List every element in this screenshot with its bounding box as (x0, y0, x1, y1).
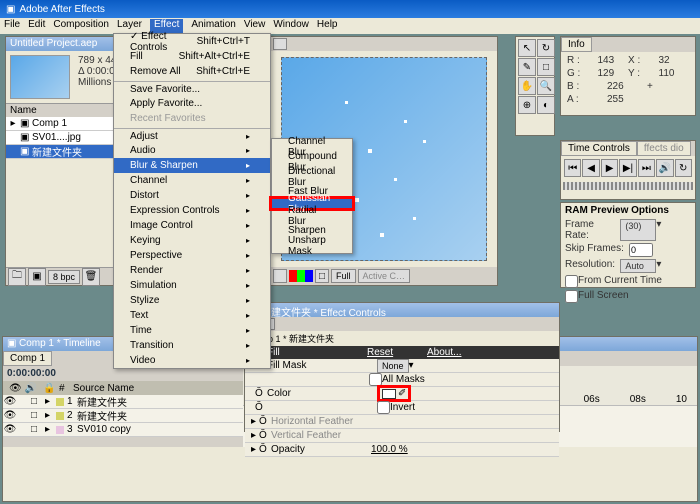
new-comp-icon[interactable]: ▣ (28, 268, 46, 286)
menu-remove-all[interactable]: Remove AllShift+Ctrl+E (114, 64, 270, 79)
ram-preview-panel: RAM Preview Options Frame Rate:(30)▾ Ski… (560, 202, 696, 288)
next-frame-icon[interactable]: ▶| (619, 159, 636, 177)
menu-time[interactable]: Time▸ (114, 323, 270, 338)
layer-row[interactable]: 👁□ ▸ 2 新建文件夹 (3, 409, 243, 423)
menu-expression-controls[interactable]: Expression Controls▸ (114, 203, 270, 218)
time-tick: 06s (584, 394, 600, 405)
pen-tool-icon[interactable]: ✎ (518, 58, 536, 76)
eyedropper-icon[interactable]: ✐ (398, 388, 406, 399)
menu-animation[interactable]: Animation (191, 19, 235, 33)
last-frame-icon[interactable]: ⏭ (638, 159, 655, 177)
color-swatch[interactable] (382, 389, 396, 399)
audio-icon[interactable]: 🔊 (656, 159, 673, 177)
info-tab[interactable]: Info (561, 37, 592, 52)
time-tick: 10 (676, 394, 687, 405)
full-screen-checkbox[interactable] (565, 290, 578, 303)
menu-text[interactable]: Text▸ (114, 308, 270, 323)
effect-controls-panel: ▣ 新建文件夹 * Effect Controls Comp 1 * 新建文件夹… (244, 302, 560, 432)
rect-tool-icon[interactable]: □ (537, 58, 555, 76)
menu-window[interactable]: Window (273, 19, 309, 33)
folder-icon[interactable]: 🗀 (8, 268, 26, 286)
menu-adjust[interactable]: Adjust▸ (114, 128, 270, 143)
layer-row[interactable]: 👁□ ▸ 3 SV010 copy (3, 423, 243, 437)
reset-link[interactable]: Reset (367, 347, 427, 358)
menu-image-control[interactable]: Image Control▸ (114, 218, 270, 233)
menu-composition[interactable]: Composition (53, 19, 109, 33)
viewer-active[interactable]: Active C… (358, 269, 411, 283)
submenu-directional-blur[interactable]: Directional Blur (272, 169, 352, 184)
time-ruler[interactable] (563, 182, 693, 190)
about-link[interactable]: About... (427, 347, 461, 358)
tools-panel: ↖ ↻ ✎ □ ✋ 🔍 ⊕ ◐ (515, 36, 555, 136)
from-current-checkbox[interactable] (565, 275, 578, 288)
info-panel: Info R :143X :32 G :129Y :110 B :226+ A … (560, 36, 696, 116)
hand-tool-icon[interactable]: ✋ (518, 77, 536, 95)
menu-recent-favorites: Recent Favorites (114, 111, 270, 126)
layer-row[interactable]: 👁□ ▸ 1 新建文件夹 (3, 395, 243, 409)
menubar: File Edit Composition Layer Effect Anima… (0, 18, 700, 34)
menu-help[interactable]: Help (317, 19, 338, 33)
effect-menu-dropdown: ✓ Effect ControlsShift+Ctrl+T FillShift+… (113, 33, 271, 369)
menu-distort[interactable]: Distort▸ (114, 188, 270, 203)
play-icon[interactable]: ▶ (601, 159, 618, 177)
trash-icon[interactable]: 🗑 (82, 268, 100, 286)
app-icon: ▣ (6, 4, 15, 15)
menu-apply-favorite[interactable]: Apply Favorite... (114, 96, 270, 111)
prev-frame-icon[interactable]: ◀ (582, 159, 599, 177)
loop-icon[interactable]: ↻ (675, 159, 692, 177)
selection-tool-icon[interactable]: ↖ (518, 39, 536, 57)
submenu-unsharp-mask[interactable]: Unsharp Mask (272, 238, 352, 253)
skip-frames-input[interactable] (629, 243, 653, 257)
app-title: Adobe After Effects (19, 4, 104, 15)
zoom-tool-icon[interactable]: 🔍 (537, 77, 555, 95)
menu-keying[interactable]: Keying▸ (114, 233, 270, 248)
menu-fill[interactable]: FillShift+Alt+Ctrl+E (114, 49, 270, 64)
mask-tool-icon[interactable]: ◐ (537, 96, 555, 114)
menu-video[interactable]: Video▸ (114, 353, 270, 368)
menu-save-favorite[interactable]: Save Favorite... (114, 81, 270, 96)
rotate-tool-icon[interactable]: ↻ (537, 39, 555, 57)
ram-preview-title: RAM Preview Options (561, 203, 695, 218)
menu-view[interactable]: View (244, 19, 266, 33)
timeline-tab[interactable]: Comp 1 (3, 351, 52, 366)
menu-file[interactable]: File (4, 19, 20, 33)
effect-controls-title: ▣ 新建文件夹 * Effect Controls (245, 303, 559, 317)
viewer-tool[interactable]: □ (315, 269, 329, 283)
menu-simulation[interactable]: Simulation▸ (114, 278, 270, 293)
menu-channel[interactable]: Channel▸ (114, 173, 270, 188)
col-name[interactable]: Name (10, 105, 120, 116)
effects-tab[interactable]: ffects dio (637, 141, 691, 156)
invert-checkbox[interactable] (377, 401, 390, 414)
fill-mask-select[interactable]: None (377, 359, 409, 373)
project-thumbnail (10, 55, 70, 99)
effect-name[interactable]: Fill (267, 347, 367, 358)
submenu-radial-blur[interactable]: Radial Blur (272, 208, 352, 223)
menu-perspective[interactable]: Perspective▸ (114, 248, 270, 263)
menu-stylize[interactable]: Stylize▸ (114, 293, 270, 308)
viewer-tool[interactable] (273, 269, 287, 283)
time-controls-panel: Time Controls ffects dio ⏮ ◀ ▶ ▶| ⏭ 🔊 ↻ (560, 140, 696, 200)
resolution-select[interactable]: Auto (620, 259, 656, 273)
first-frame-icon[interactable]: ⏮ (564, 159, 581, 177)
viewer-btn[interactable] (273, 38, 287, 50)
menu-blur-sharpen[interactable]: Blur & Sharpen▸ (114, 158, 270, 173)
menu-transition[interactable]: Transition▸ (114, 338, 270, 353)
pan-behind-icon[interactable]: ⊕ (518, 96, 536, 114)
menu-effect-controls[interactable]: ✓ Effect ControlsShift+Ctrl+T (114, 34, 270, 49)
menu-audio[interactable]: Audio▸ (114, 143, 270, 158)
viewer-full[interactable]: Full (331, 269, 356, 283)
frame-rate-select[interactable]: (30) (620, 219, 656, 241)
time-tick: 08s (630, 394, 646, 405)
blur-submenu: Channel Blur Compound Blur Directional B… (271, 138, 353, 254)
comp-icon: ▣ (7, 338, 16, 349)
ec-comp-line: Comp 1 * 新建文件夹 (245, 331, 559, 346)
app-titlebar: ▣ Adobe After Effects (0, 0, 700, 18)
menu-edit[interactable]: Edit (28, 19, 45, 33)
bpc-button[interactable]: 8 bpc (48, 270, 80, 284)
opacity-value[interactable]: 100.0 % (371, 444, 408, 455)
menu-render[interactable]: Render▸ (114, 263, 270, 278)
time-controls-tab[interactable]: Time Controls (561, 141, 637, 156)
